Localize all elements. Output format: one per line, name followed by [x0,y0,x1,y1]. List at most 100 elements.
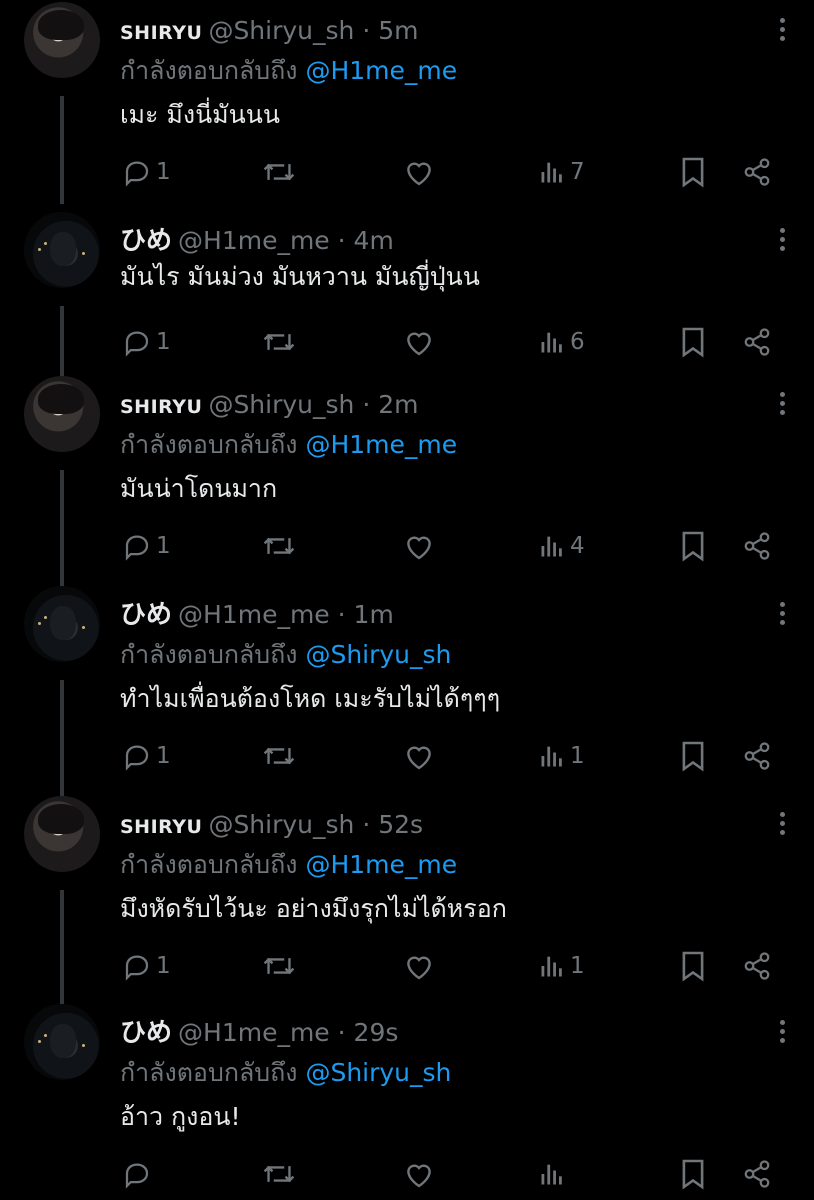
view-count: 7 [570,159,585,185]
reply-button[interactable]: 1 [122,526,171,566]
timestamp[interactable]: 52s [378,810,423,839]
user-handle[interactable]: @H1me_me [178,600,330,629]
retweet-button[interactable] [262,946,296,986]
retweet-button[interactable] [262,526,296,566]
bookmark-button[interactable] [680,1154,706,1194]
like-button[interactable] [403,322,435,362]
views-button[interactable]: 7 [538,152,585,192]
mention-link[interactable]: @H1me_me [305,430,457,459]
reply-button[interactable]: 1 [122,946,171,986]
tweet-header: ひめ @H1me_me · 29s [120,1018,398,1048]
separator-dot: · [329,600,354,629]
views-button[interactable]: 1 [538,946,585,986]
share-button[interactable] [742,736,772,776]
like-button[interactable] [403,152,435,192]
separator-dot: · [329,226,354,255]
mention-link[interactable]: @H1me_me [305,850,457,879]
avatar[interactable] [24,796,100,872]
display-name[interactable]: ひめ [120,1018,172,1048]
display-name[interactable]: ひめ [120,226,172,256]
display-name[interactable]: ひめ [120,600,172,630]
reply-button[interactable]: 1 [122,322,171,362]
timestamp[interactable]: 1m [354,600,394,629]
avatar[interactable] [24,1004,100,1080]
retweet-button[interactable] [262,736,296,776]
avatar[interactable] [24,586,100,662]
avatar[interactable] [24,2,100,78]
timestamp[interactable]: 2m [378,390,418,419]
like-button[interactable] [403,1154,435,1194]
heart-icon [403,951,435,981]
tweet-header: ひめ @H1me_me · 1m [120,600,394,630]
share-button[interactable] [742,1154,772,1194]
views-icon [538,952,566,980]
more-icon[interactable] [780,1020,786,1047]
view-count: 6 [570,329,585,355]
share-icon [742,1159,772,1189]
heart-icon [403,531,435,561]
display-name[interactable]: SHIRYU [120,816,202,838]
retweet-button[interactable] [262,1154,296,1194]
timestamp[interactable]: 5m [378,16,418,45]
bookmark-button[interactable] [680,526,706,566]
reply-count: 1 [156,329,171,355]
user-handle[interactable]: @H1me_me [178,1018,330,1047]
share-button[interactable] [742,152,772,192]
reply-icon [122,951,152,981]
more-icon[interactable] [780,602,786,629]
replying-to-label: กำลังตอบกลับถึง [120,1058,298,1087]
like-button[interactable] [403,526,435,566]
replying-to: กำลังตอบกลับถึง @Shiryu_sh [120,1058,451,1088]
reply-button[interactable]: 1 [122,152,171,192]
views-button[interactable]: 4 [538,526,585,566]
mention-link[interactable]: @Shiryu_sh [305,1058,451,1087]
bookmark-button[interactable] [680,946,706,986]
retweet-button[interactable] [262,152,296,192]
more-icon[interactable] [780,228,786,255]
separator-dot: · [354,810,379,839]
share-icon [742,741,772,771]
display-name[interactable]: SHIRYU [120,22,202,44]
share-icon [742,951,772,981]
action-bar: 1 7 [0,152,814,192]
mention-link[interactable]: @H1me_me [305,56,457,85]
share-button[interactable] [742,526,772,566]
like-button[interactable] [403,736,435,776]
replying-to-label: กำลังตอบกลับถึง [120,850,298,879]
timestamp[interactable]: 29s [354,1018,399,1047]
replying-to-label: กำลังตอบกลับถึง [120,56,298,85]
share-button[interactable] [742,322,772,362]
views-icon [538,742,566,770]
retweet-icon [262,327,296,357]
retweet-button[interactable] [262,322,296,362]
more-icon[interactable] [780,392,786,419]
avatar[interactable] [24,212,100,288]
reply-button[interactable] [122,1154,156,1194]
user-handle[interactable]: @Shiryu_sh [208,810,354,839]
views-button[interactable]: 6 [538,322,585,362]
replying-to: กำลังตอบกลับถึง @H1me_me [120,56,457,86]
avatar[interactable] [24,376,100,452]
user-handle[interactable]: @Shiryu_sh [208,16,354,45]
display-name[interactable]: SHIRYU [120,396,202,418]
user-handle[interactable]: @Shiryu_sh [208,390,354,419]
share-button[interactable] [742,946,772,986]
bookmark-button[interactable] [680,322,706,362]
views-button[interactable] [538,1154,570,1194]
heart-icon [403,1159,435,1189]
mention-link[interactable]: @Shiryu_sh [305,640,451,669]
reply-icon [122,531,152,561]
replying-to: กำลังตอบกลับถึง @Shiryu_sh [120,640,451,670]
more-icon[interactable] [780,812,786,839]
like-button[interactable] [403,946,435,986]
reply-count: 1 [156,953,171,979]
retweet-icon [262,531,296,561]
user-handle[interactable]: @H1me_me [178,226,330,255]
timestamp[interactable]: 4m [354,226,394,255]
reply-button[interactable]: 1 [122,736,171,776]
bookmark-button[interactable] [680,152,706,192]
bookmark-button[interactable] [680,736,706,776]
views-button[interactable]: 1 [538,736,585,776]
more-icon[interactable] [780,18,786,45]
view-count: 1 [570,953,585,979]
